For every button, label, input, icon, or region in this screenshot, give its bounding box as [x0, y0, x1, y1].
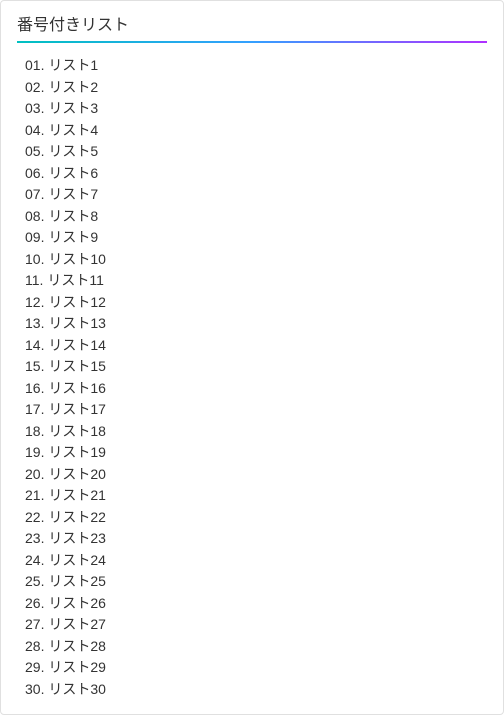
list-item: リスト14 [25, 335, 487, 357]
numbered-list-card: 番号付きリスト リスト1 リスト2 リスト3 リスト4 リスト5 リスト6 リス… [0, 0, 504, 715]
list-item: リスト15 [25, 356, 487, 378]
list-item: リスト6 [25, 163, 487, 185]
list-item: リスト10 [25, 249, 487, 271]
list-item: リスト20 [25, 464, 487, 486]
list-item: リスト24 [25, 550, 487, 572]
list-item: リスト30 [25, 679, 487, 701]
list-item: リスト23 [25, 528, 487, 550]
list-item: リスト26 [25, 593, 487, 615]
list-item: リスト7 [25, 184, 487, 206]
list-item: リスト13 [25, 313, 487, 335]
list-heading: 番号付きリスト [17, 11, 487, 43]
list-item: リスト28 [25, 636, 487, 658]
list-item: リスト3 [25, 98, 487, 120]
list-item: リスト9 [25, 227, 487, 249]
list-item: リスト17 [25, 399, 487, 421]
list-item: リスト11 [25, 270, 487, 292]
numbered-list: リスト1 リスト2 リスト3 リスト4 リスト5 リスト6 リスト7 リスト8 … [17, 55, 487, 700]
list-item: リスト22 [25, 507, 487, 529]
list-item: リスト5 [25, 141, 487, 163]
list-item: リスト12 [25, 292, 487, 314]
list-item: リスト18 [25, 421, 487, 443]
list-item: リスト25 [25, 571, 487, 593]
list-item: リスト2 [25, 77, 487, 99]
list-item: リスト4 [25, 120, 487, 142]
list-item: リスト1 [25, 55, 487, 77]
list-item: リスト19 [25, 442, 487, 464]
list-item: リスト8 [25, 206, 487, 228]
list-item: リスト29 [25, 657, 487, 679]
list-item: リスト16 [25, 378, 487, 400]
list-item: リスト21 [25, 485, 487, 507]
list-item: リスト27 [25, 614, 487, 636]
